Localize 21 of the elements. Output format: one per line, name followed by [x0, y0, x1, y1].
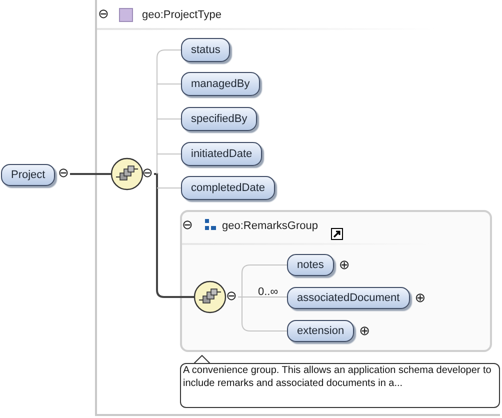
element-node[interactable]: managedBy — [181, 72, 260, 96]
collapse-icon[interactable]: ⊖ — [98, 8, 109, 21]
type-title: geo:ProjectType — [142, 8, 222, 23]
expand-icon[interactable]: ⊕ — [359, 324, 370, 338]
collapse-icon[interactable]: ⊖ — [182, 219, 193, 232]
collapse-icon[interactable]: ⊖ — [226, 290, 237, 303]
collapse-icon[interactable]: ⊖ — [142, 167, 153, 180]
group-title: geo:RemarksGroup — [222, 219, 318, 234]
element-node[interactable]: notes — [287, 254, 334, 276]
occurrence-label: 0..∞ — [258, 285, 278, 300]
element-node[interactable]: status — [181, 38, 230, 62]
expand-icon[interactable]: ⊕ — [338, 258, 350, 272]
tooltip: A convenience group. This allows an application schema developer to include remarks and associated documents in a... — [180, 363, 500, 408]
expand-icon[interactable]: ⊕ — [414, 292, 426, 304]
element-node[interactable]: specifiedBy — [181, 107, 258, 131]
element-node[interactable]: initiatedDate — [181, 142, 262, 166]
element-node[interactable]: extension — [287, 320, 354, 342]
element-node[interactable]: completedDate — [181, 176, 275, 200]
collapse-icon[interactable]: ⊖ — [58, 167, 69, 180]
element-node[interactable]: Project — [1, 164, 56, 186]
element-node[interactable]: associatedDocument — [287, 287, 410, 309]
